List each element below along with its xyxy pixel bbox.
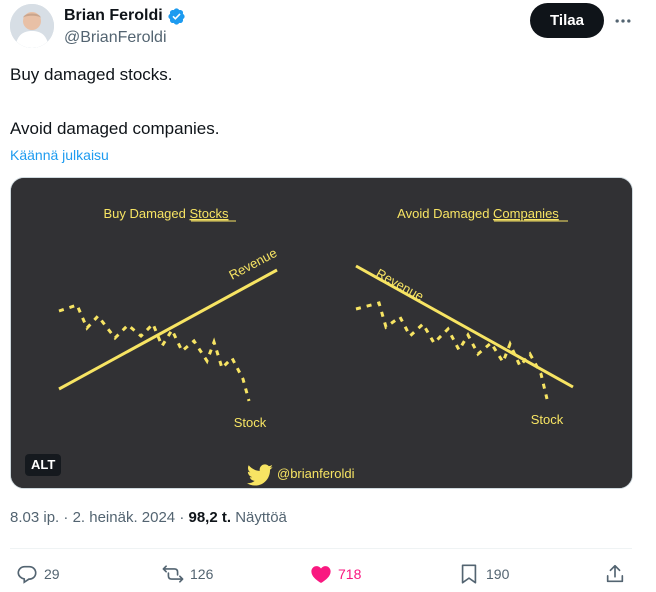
meta-separator: ·: [179, 509, 189, 526]
author-block: Brian Feroldi @BrianFeroldi: [64, 6, 186, 48]
reply-count: 29: [44, 566, 60, 582]
reply-button[interactable]: 29: [16, 560, 60, 588]
repost-icon: [162, 565, 184, 583]
divider: [10, 548, 632, 549]
author-handle[interactable]: @BrianFeroldi: [64, 28, 186, 48]
meta-separator: ·: [63, 509, 73, 526]
avatar[interactable]: [10, 4, 54, 48]
tweet-time[interactable]: 8.03 ip.: [10, 509, 59, 526]
tweet-date[interactable]: 2. heinäk. 2024: [73, 509, 176, 526]
heart-filled-icon: [311, 566, 331, 583]
verified-badge-icon[interactable]: [167, 7, 186, 26]
more-horizontal-icon: [615, 19, 631, 23]
bookmark-count: 190: [486, 566, 510, 582]
right-stock-label: Stock: [531, 412, 564, 427]
bookmark-button[interactable]: 190: [458, 560, 509, 588]
avatar-image: [10, 4, 54, 48]
more-options-button[interactable]: [610, 8, 636, 34]
like-button[interactable]: 718: [310, 560, 361, 588]
like-count: 718: [338, 566, 362, 582]
subscribe-button[interactable]: Tilaa: [530, 3, 604, 38]
repost-button[interactable]: 126: [162, 560, 213, 588]
tweet-image[interactable]: Buy Damaged Stocks Avoid Damaged Compani…: [10, 177, 633, 489]
action-bar: 29 126 718 190: [14, 560, 634, 588]
tweet-line: Avoid damaged companies.: [10, 119, 220, 138]
tweet-text: Buy damaged stocks. Avoid damaged compan…: [10, 63, 630, 141]
views-count: 98,2 t.: [188, 509, 232, 526]
alt-text-badge[interactable]: ALT: [25, 454, 62, 476]
infographic-image: Buy Damaged Stocks Avoid Damaged Compani…: [11, 178, 632, 488]
share-icon: [606, 564, 624, 583]
bookmark-icon: [461, 564, 477, 584]
watermark-handle: @brianferoldi: [277, 466, 355, 481]
tweet-meta: 8.03 ip. · 2. heinäk. 2024 · 98,2 t. Näy…: [10, 508, 287, 528]
repost-count: 126: [190, 566, 214, 582]
left-stock-label: Stock: [234, 415, 267, 430]
tweet-header: Brian Feroldi @BrianFeroldi Tilaa: [10, 3, 640, 50]
share-button[interactable]: [604, 560, 626, 588]
right-panel-title: Avoid Damaged Companies: [397, 206, 559, 221]
tweet-line: Buy damaged stocks.: [10, 65, 173, 84]
left-panel-title: Buy Damaged Stocks: [103, 206, 229, 221]
translate-link[interactable]: Käännä julkaisu: [10, 146, 109, 164]
reply-icon: [17, 565, 37, 584]
author-display-name[interactable]: Brian Feroldi: [64, 6, 163, 26]
views-label: Näyttöä: [235, 509, 287, 526]
